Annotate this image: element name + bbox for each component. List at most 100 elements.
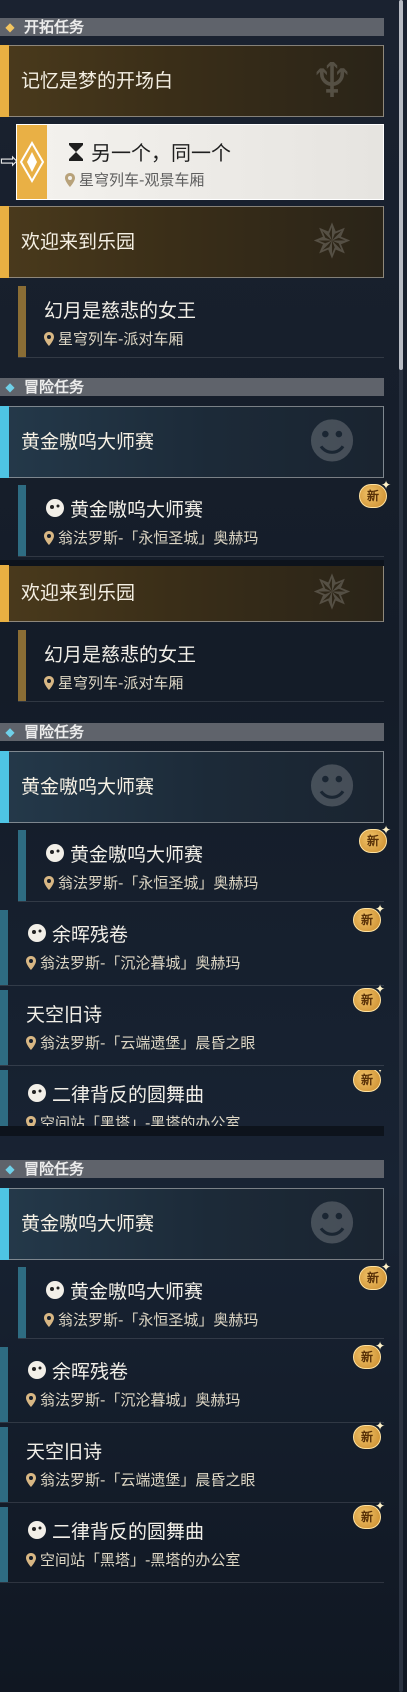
section-header-adventure: ◆ 冒险任务 xyxy=(0,378,384,396)
pin-icon xyxy=(26,1473,36,1487)
quest-item-location: 翁法罗斯-「永恒圣城」奥赫玛 xyxy=(44,1309,258,1330)
quest-group-strip xyxy=(0,1188,9,1260)
quest-item-location: 翁法罗斯-「永恒圣城」奥赫玛 xyxy=(44,872,258,893)
pin-icon xyxy=(44,1313,54,1327)
section-title: 冒险任务 xyxy=(24,1160,85,1178)
quest-item-title-text: 二律背反的圆舞曲 xyxy=(52,1084,205,1106)
quest-item[interactable]: 黄金嗷呜大师赛 翁法罗斯-「永恒圣城」奥赫玛 xyxy=(18,830,384,902)
quest-item-location-text: 翁法罗斯-「永恒圣城」奥赫玛 xyxy=(58,1311,259,1329)
quest-item-bar xyxy=(0,990,8,1065)
quest-item-title: 余晖残卷 xyxy=(26,920,128,947)
hourglass-icon xyxy=(69,143,83,161)
selected-quest[interactable]: 另一个，同一个 星穹列车-观景车厢 xyxy=(16,124,384,200)
quest-item-bar xyxy=(18,485,26,556)
quest-item-title: 余晖残卷 xyxy=(26,1357,128,1384)
new-badge-icon: 新✦ xyxy=(353,982,385,1014)
quest-group-golden-awoo[interactable]: 黄金嗷呜大师赛 ☻ xyxy=(0,1188,384,1260)
quest-group-strip xyxy=(0,406,9,478)
quest-item-title: 二律背反的圆舞曲 xyxy=(26,1517,204,1544)
quest-item-location-text: 空间站「黑塔」-黑塔的办公室 xyxy=(40,1551,241,1569)
quest-item-title-text: 余晖残卷 xyxy=(52,924,129,946)
pin-icon xyxy=(65,173,75,187)
mascot-icon xyxy=(46,844,64,862)
quest-group-paradise[interactable]: 欢迎来到乐园 ✵ xyxy=(0,206,384,278)
selected-quest-location-text: 星穹列车-观景车厢 xyxy=(79,171,205,189)
mascot-icon xyxy=(28,1521,46,1539)
quest-item-bar xyxy=(18,630,26,701)
quest-item-bar xyxy=(18,286,26,357)
pin-icon xyxy=(44,531,54,545)
new-badge-icon: 新✦ xyxy=(353,1499,385,1531)
selected-quest-title-text: 另一个，同一个 xyxy=(91,141,231,165)
quest-item[interactable]: 幻月是慈悲的女王 星穹列车-派对车厢 xyxy=(18,630,384,702)
quest-group-strip xyxy=(0,45,9,117)
scrollbar[interactable] xyxy=(399,0,403,1692)
pin-icon xyxy=(26,956,36,970)
quest-item-bar xyxy=(0,1507,8,1582)
quest-item-title: 黄金嗷呜大师赛 xyxy=(44,1277,203,1304)
quest-item[interactable]: 二律背反的圆舞曲 空间站「黑塔」-黑塔的办公室 xyxy=(0,1507,384,1583)
quest-group-golden-awoo[interactable]: 黄金嗷呜大师赛 ☻ xyxy=(0,751,384,823)
quest-group-title: 黄金嗷呜大师赛 xyxy=(21,776,155,798)
quest-item-location-text: 星穹列车-派对车厢 xyxy=(58,674,184,692)
mascot-decoration-icon: ☻ xyxy=(306,1196,358,1252)
new-badge-icon: 新✦ xyxy=(353,1339,385,1371)
quest-group-title: 黄金嗷呜大师赛 xyxy=(21,1213,155,1235)
diamond-star-icon: ◆ xyxy=(5,20,15,34)
pin-icon xyxy=(44,676,54,690)
mascot-icon xyxy=(28,1084,46,1102)
quest-item-location: 星穹列车-派对车厢 xyxy=(44,672,183,693)
quest-item-title-text: 黄金嗷呜大师赛 xyxy=(70,1281,204,1303)
quest-item-location: 空间站「黑塔」-黑塔的办公室 xyxy=(26,1112,240,1126)
pin-icon xyxy=(44,332,54,346)
quest-item[interactable]: 天空旧诗 翁法罗斯-「云端遗堡」晨昏之眼 xyxy=(0,990,384,1066)
quest-item-location-text: 翁法罗斯-「沉沦暮城」奥赫玛 xyxy=(40,954,241,972)
quest-item-location: 翁法罗斯-「云端遗堡」晨昏之眼 xyxy=(26,1032,255,1053)
quest-group-paradise[interactable]: 欢迎来到乐园 ✵ xyxy=(0,565,384,622)
quest-item[interactable]: 天空旧诗 翁法罗斯-「云端遗堡」晨昏之眼 xyxy=(0,1427,384,1503)
section-title: 冒险任务 xyxy=(24,378,85,396)
quest-group-memory[interactable]: 记忆是梦的开场白 ♆ xyxy=(0,45,384,117)
quest-item-title: 黄金嗷呜大师赛 xyxy=(44,840,203,867)
panel-divider xyxy=(0,1126,384,1136)
emblem-decoration-icon: ♆ xyxy=(310,53,354,109)
quest-item-bar xyxy=(18,1267,26,1338)
mascot-icon xyxy=(46,499,64,517)
quest-item[interactable]: 二律背反的圆舞曲 空间站「黑塔」-黑塔的办公室 xyxy=(0,1070,384,1126)
quest-item-location-text: 翁法罗斯-「永恒圣城」奥赫玛 xyxy=(58,529,259,547)
quest-group-title: 记忆是梦的开场白 xyxy=(21,70,174,92)
new-badge-icon: 新✦ xyxy=(359,823,391,855)
mascot-decoration-icon: ☻ xyxy=(306,759,358,815)
pin-icon xyxy=(26,1036,36,1050)
quest-item[interactable]: 余晖残卷 翁法罗斯-「沉沦暮城」奥赫玛 xyxy=(0,1347,384,1423)
quest-item-bar xyxy=(0,910,8,985)
quest-item-location-text: 空间站「黑塔」-黑塔的办公室 xyxy=(40,1114,241,1126)
quest-group-title: 欢迎来到乐园 xyxy=(21,582,136,604)
new-badge-icon: 新✦ xyxy=(353,902,385,934)
pin-icon xyxy=(26,1116,36,1126)
scrollbar-thumb[interactable] xyxy=(399,0,403,370)
diamond-star-icon: ◆ xyxy=(5,725,15,739)
new-badge-icon: 新✦ xyxy=(359,478,391,510)
quest-group-golden-awoo[interactable]: 黄金嗷呜大师赛 ☻ xyxy=(0,406,384,478)
new-badge-icon: 新✦ xyxy=(359,1260,391,1292)
quest-item-location: 空间站「黑塔」-黑塔的办公室 xyxy=(26,1549,240,1570)
quest-group-title: 欢迎来到乐园 xyxy=(21,231,136,253)
quest-item[interactable]: 黄金嗷呜大师赛 翁法罗斯-「永恒圣城」奥赫玛 xyxy=(18,1267,384,1339)
section-header-trailblaze: ◆ 开拓任务 xyxy=(0,18,384,36)
quest-item[interactable]: 黄金嗷呜大师赛 翁法罗斯-「永恒圣城」奥赫玛 xyxy=(18,485,384,557)
quest-item-location: 翁法罗斯-「沉沦暮城」奥赫玛 xyxy=(26,1389,240,1410)
quest-item-bar xyxy=(0,1347,8,1422)
new-badge-icon: 新✦ xyxy=(353,1419,385,1451)
quest-item-title: 二律背反的圆舞曲 xyxy=(26,1080,204,1107)
quest-group-strip xyxy=(0,751,9,823)
quest-item-title-text: 黄金嗷呜大师赛 xyxy=(70,499,204,521)
diamond-star-icon: ◆ xyxy=(5,380,15,394)
quest-item-title-text: 余晖残卷 xyxy=(52,1361,129,1383)
quest-item-bar xyxy=(0,1070,8,1126)
quest-item[interactable]: 余晖残卷 翁法罗斯-「沉沦暮城」奥赫玛 xyxy=(0,910,384,986)
quest-item-location: 星穹列车-派对车厢 xyxy=(44,328,183,349)
quest-item-title: 黄金嗷呜大师赛 xyxy=(44,495,203,522)
pin-icon xyxy=(26,1393,36,1407)
quest-item[interactable]: 幻月是慈悲的女王 星穹列车-派对车厢 xyxy=(18,286,384,358)
